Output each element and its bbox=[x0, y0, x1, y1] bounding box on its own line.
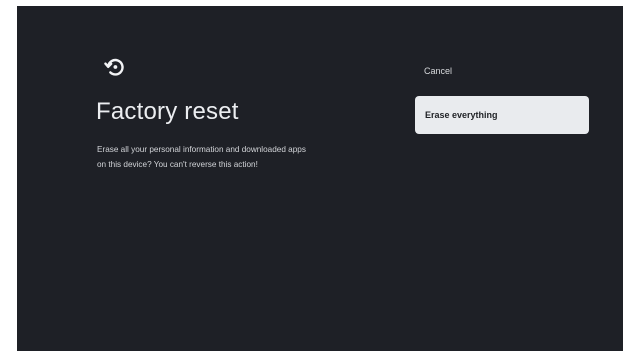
cancel-button[interactable]: Cancel bbox=[424, 64, 452, 78]
description-line-1: Erase all your personal information and … bbox=[97, 145, 306, 154]
page-title: Factory reset bbox=[96, 98, 239, 125]
erase-everything-label: Erase everything bbox=[425, 110, 498, 120]
description-line-2: on this device? You can't reverse this a… bbox=[97, 160, 258, 169]
factory-reset-screen: Factory reset Erase all your personal in… bbox=[17, 6, 623, 351]
erase-everything-button[interactable]: Erase everything bbox=[415, 96, 589, 134]
reset-icon bbox=[104, 58, 124, 76]
description-text: Erase all your personal information and … bbox=[97, 142, 347, 172]
